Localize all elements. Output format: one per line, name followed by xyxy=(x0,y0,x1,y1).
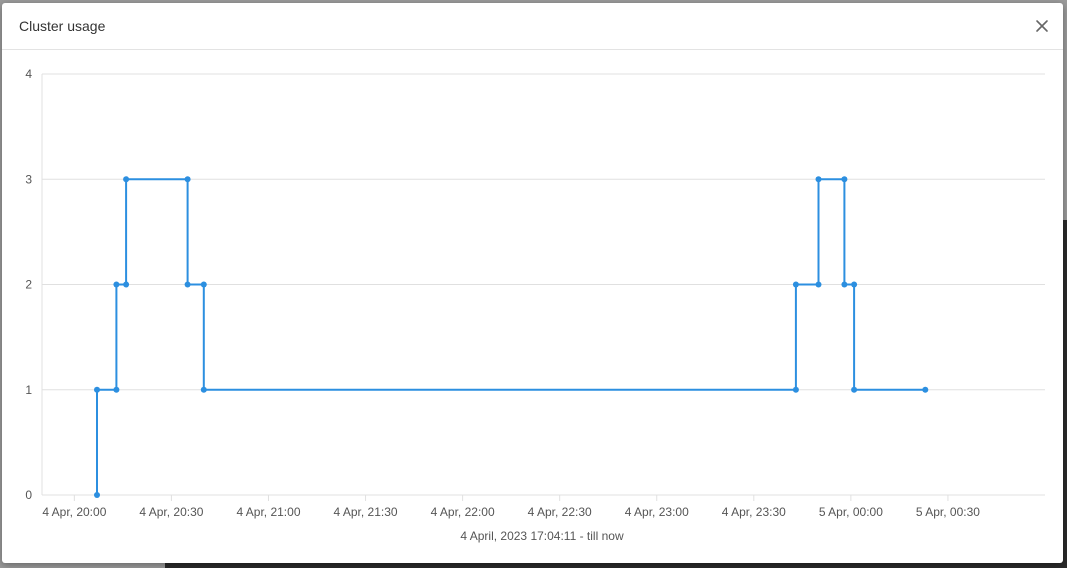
series-line xyxy=(96,178,926,495)
chart-subtitle: 4 April, 2023 17:04:11 - till now xyxy=(460,529,624,543)
close-button[interactable] xyxy=(1031,15,1053,37)
close-icon xyxy=(1036,20,1048,32)
y-tick-label: 0 xyxy=(25,488,32,502)
x-axis: 4 Apr, 20:00 4 Apr, 20:30 4 Apr, 21:00 4 Ap… xyxy=(42,495,980,519)
data-point[interactable] xyxy=(123,176,130,183)
y-tick-label: 2 xyxy=(25,278,32,292)
x-tick-label: 4 Apr, 22:30 xyxy=(528,505,592,519)
x-tick-label: 4 Apr, 22:00 xyxy=(431,505,495,519)
x-tick-label: 5 Apr, 00:00 xyxy=(819,505,883,519)
data-point[interactable] xyxy=(841,176,848,183)
data-point[interactable] xyxy=(815,176,822,183)
data-point[interactable] xyxy=(184,176,191,183)
x-tick-label: 4 Apr, 23:00 xyxy=(625,505,689,519)
data-point[interactable] xyxy=(792,281,799,288)
y-tick-label: 1 xyxy=(25,383,32,397)
chart-area: 0 1 2 3 4 4 Apr, 20:00 4 Apr, 20:30 4 Apr, 21:… xyxy=(2,51,1063,563)
x-tick-label: 4 Apr, 21:30 xyxy=(334,505,398,519)
data-point[interactable] xyxy=(922,386,929,393)
x-tick-label: 4 Apr, 20:00 xyxy=(42,505,106,519)
data-point[interactable] xyxy=(113,386,120,393)
x-tick-label: 4 Apr, 21:00 xyxy=(236,505,300,519)
data-point[interactable] xyxy=(792,386,799,393)
data-point[interactable] xyxy=(841,281,848,288)
data-point[interactable] xyxy=(200,281,207,288)
data-point[interactable] xyxy=(113,281,120,288)
x-tick-label: 4 Apr, 23:30 xyxy=(722,505,786,519)
data-point[interactable] xyxy=(815,281,822,288)
data-point[interactable] xyxy=(94,386,100,393)
cluster-usage-modal: Cluster usage 01234 4 Apr, 20:00 4 Apr, 2… xyxy=(2,3,1063,563)
data-point[interactable] xyxy=(123,281,130,288)
x-tick-label: 5 Apr, 00:30 xyxy=(916,505,980,519)
y-tick-label: 4 xyxy=(25,67,32,81)
y-axis: 0 1 2 3 4 xyxy=(25,67,32,502)
data-point[interactable] xyxy=(851,281,858,288)
modal-header: Cluster usage xyxy=(2,3,1063,50)
data-point[interactable] xyxy=(200,386,207,393)
data-point[interactable] xyxy=(184,281,191,288)
data-point[interactable] xyxy=(94,492,100,498)
data-point[interactable] xyxy=(851,386,858,393)
modal-title: Cluster usage xyxy=(19,18,106,34)
series-group xyxy=(94,176,929,498)
y-tick-label: 3 xyxy=(25,172,32,186)
usage-chart: 0 1 2 3 4 4 Apr, 20:00 4 Apr, 20:30 4 Apr, 21:… xyxy=(25,67,1045,543)
x-tick-label: 4 Apr, 20:30 xyxy=(139,505,203,519)
